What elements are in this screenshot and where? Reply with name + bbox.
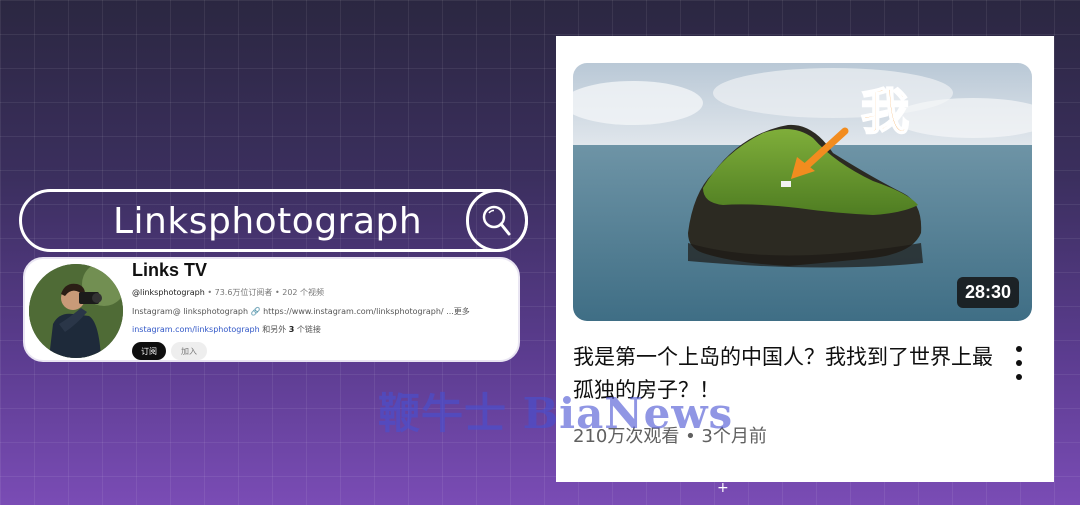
search-input[interactable]: Linksphotograph <box>113 202 422 242</box>
photographer-avatar-image <box>29 264 123 358</box>
channel-link-prefix: 和另外 <box>259 325 289 334</box>
duration-badge: 28:30 <box>956 277 1019 308</box>
join-button[interactable]: 加入 <box>171 342 207 360</box>
channel-stats: • 73.6万位订阅者 • 202 个视频 <box>204 288 325 297</box>
search-button[interactable] <box>466 189 528 252</box>
channel-link-url[interactable]: instagram.com/linksphotograph <box>132 325 260 334</box>
plus-icon: + <box>717 480 729 496</box>
channel-handle: @linksphotograph <box>132 288 205 297</box>
avatar[interactable] <box>29 264 123 358</box>
watermark: 鞭牛士 BiaNews <box>378 389 734 438</box>
subscribe-button[interactable]: 订阅 <box>132 342 166 360</box>
channel-card[interactable]: Links TV @linksphotograph • 73.6万位订阅者 • … <box>23 257 520 362</box>
search-bar[interactable]: Linksphotograph <box>19 189 528 252</box>
more-options-icon[interactable] <box>1008 346 1030 380</box>
channel-name[interactable]: Links TV <box>132 260 207 281</box>
thumbnail-overlay-text: 我 <box>861 84 909 140</box>
search-icon <box>482 205 511 235</box>
video-thumbnail[interactable]: 我 28:30 <box>573 63 1032 321</box>
channel-description[interactable]: Instagram@ linksphotograph 🔗 https://www… <box>132 306 470 317</box>
channel-meta: @linksphotograph • 73.6万位订阅者 • 202 个视频 <box>132 287 324 298</box>
channel-link-suffix: 个链接 <box>294 325 321 334</box>
channel-links: instagram.com/linksphotograph 和另外 3 个链接 <box>132 324 321 335</box>
